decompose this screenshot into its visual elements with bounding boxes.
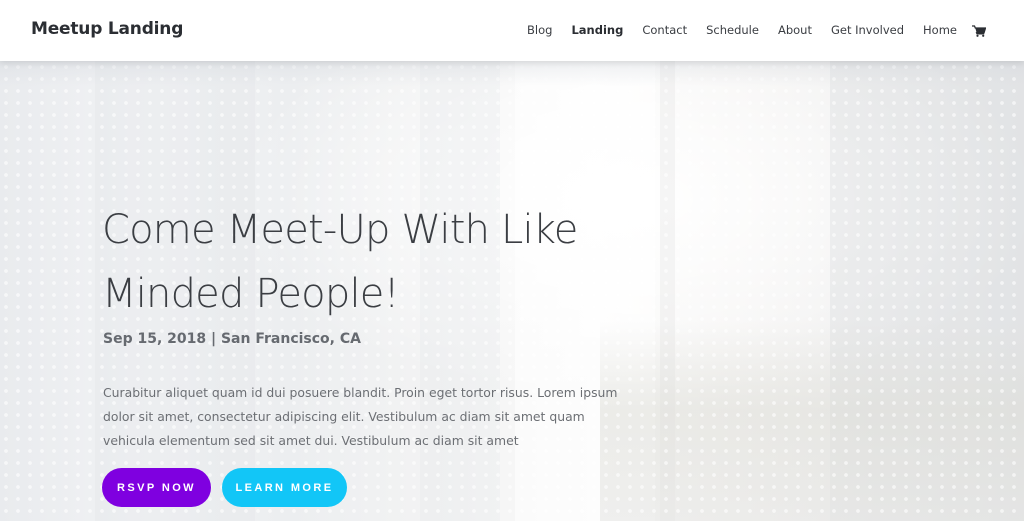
rsvp-now-button[interactable]: RSVP NOW [102, 468, 211, 507]
nav-item-get-involved[interactable]: Get Involved [831, 23, 904, 37]
nav-item-blog[interactable]: Blog [527, 23, 552, 37]
nav-item-schedule[interactable]: Schedule [706, 23, 759, 37]
main-nav: Blog Landing Contact Schedule About Get … [508, 23, 987, 37]
site-header: Meetup Landing Blog Landing Contact Sche… [0, 0, 1024, 61]
hero-title: Come Meet-Up With Like Minded People! [102, 207, 578, 317]
event-date-location: Sep 15, 2018 | San Francisco, CA [103, 331, 361, 347]
nav-item-home[interactable]: Home [923, 23, 957, 37]
header-shadow [0, 61, 1024, 86]
nav-item-landing[interactable]: Landing [571, 23, 623, 37]
site-logo[interactable]: Meetup Landing [31, 19, 183, 39]
hero-description: Curabitur aliquet quam id dui posuere bl… [103, 385, 618, 448]
shopping-cart-icon[interactable] [972, 24, 987, 37]
nav-item-about[interactable]: About [778, 23, 812, 37]
learn-more-button[interactable]: LEARN MORE [222, 468, 347, 507]
nav-item-contact[interactable]: Contact [642, 23, 687, 37]
